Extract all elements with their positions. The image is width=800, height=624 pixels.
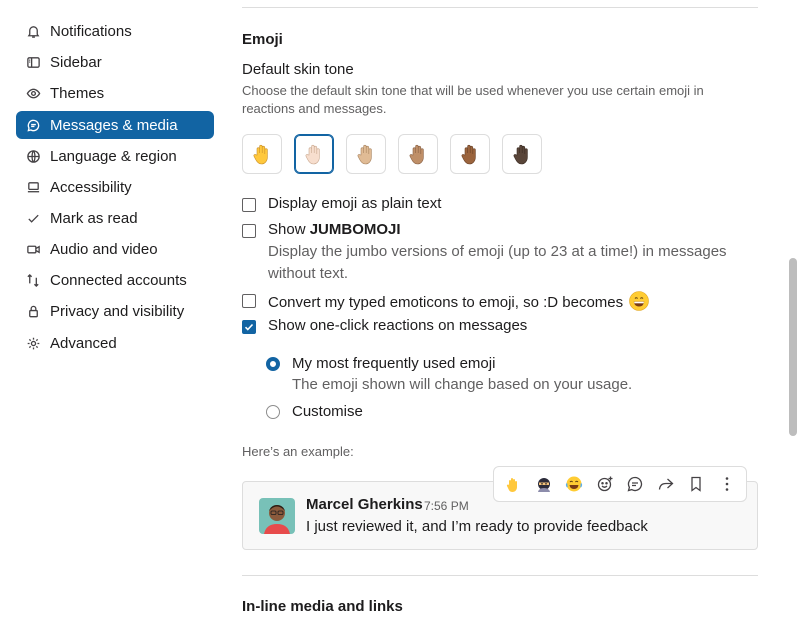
- raised-hand-icon: [305, 144, 320, 165]
- message-actions-toolbar: [493, 466, 747, 502]
- option-jumbomoji: Show JUMBOMOJI: [242, 221, 401, 238]
- sidebar-item-label: Sidebar: [50, 53, 102, 71]
- check-icon: [24, 209, 42, 227]
- one-click-label: Show one-click reactions on messages: [268, 317, 528, 334]
- message-timestamp[interactable]: 7:56 PM: [424, 499, 469, 513]
- reply-thread-icon[interactable]: [621, 470, 649, 498]
- skin-tone-picker: [242, 134, 554, 174]
- laptop-icon: [24, 178, 42, 196]
- one-click-checkbox[interactable]: [242, 320, 256, 334]
- divider: [242, 7, 758, 8]
- section-title-emoji: Emoji: [242, 31, 283, 48]
- option-plain-text: Display emoji as plain text: [242, 195, 441, 212]
- frequent-emoji-description: The emoji shown will change based on you…: [292, 376, 633, 393]
- sidebar-item-label: Audio and video: [50, 240, 158, 258]
- sidebar-item-label: Connected accounts: [50, 271, 187, 289]
- raised-hand-icon: [253, 144, 268, 165]
- settings-sidebar: Notifications Sidebar Themes Messages & …: [0, 0, 230, 624]
- convert-label: Convert my typed emoticons to emoji, so …: [268, 291, 649, 311]
- sidebar-item-mark-as-read[interactable]: Mark as read: [16, 204, 214, 232]
- bell-icon: [24, 22, 42, 40]
- sidebar-item-advanced[interactable]: Advanced: [16, 329, 214, 357]
- message-author[interactable]: Marcel Gherkins: [306, 496, 423, 513]
- frequent-emoji-radio[interactable]: [266, 356, 280, 371]
- eye-icon: [24, 84, 42, 102]
- jumbomoji-checkbox[interactable]: [242, 224, 256, 238]
- more-actions-icon[interactable]: [713, 470, 741, 498]
- sidebar-panel-icon: [24, 53, 42, 71]
- plain-text-label: Display emoji as plain text: [268, 195, 442, 212]
- arrows-icon: [24, 271, 42, 289]
- skin-tone-medium-dark[interactable]: [450, 134, 490, 174]
- convert-checkbox[interactable]: [242, 294, 256, 308]
- jumbomoji-label-prefix: Show: [268, 221, 310, 238]
- skin-tone-medium[interactable]: [398, 134, 438, 174]
- jumbomoji-label-bold: JUMBOMOJI: [309, 221, 401, 238]
- joy-emoji-icon[interactable]: [560, 470, 588, 498]
- sidebar-item-audio-video[interactable]: Audio and video: [16, 235, 214, 263]
- sidebar-item-notifications[interactable]: Notifications: [16, 17, 214, 45]
- avatar: [259, 498, 295, 534]
- jumbomoji-label: Show JUMBOMOJI: [268, 221, 401, 238]
- sidebar-item-language-region[interactable]: Language & region: [16, 142, 214, 170]
- sidebar-item-label: Advanced: [50, 334, 117, 352]
- video-icon: [24, 240, 42, 258]
- raised-hand-emoji-icon[interactable]: [499, 470, 527, 498]
- example-label: Here’s an example:: [242, 444, 354, 459]
- skin-tone-description: Choose the default skin tone that will b…: [242, 83, 704, 116]
- sidebar-item-label: Notifications: [50, 22, 132, 40]
- raised-hand-icon: [357, 144, 372, 165]
- skin-tone-light[interactable]: [294, 134, 334, 174]
- sidebar-item-label: Accessibility: [50, 178, 132, 196]
- sidebar-item-label: Language & region: [50, 147, 177, 165]
- customise-label: Customise: [292, 403, 363, 420]
- frequent-emoji-label: My most frequently used emoji: [292, 355, 496, 372]
- section-title-inline-media: In-line media and links: [242, 598, 403, 615]
- divider: [242, 575, 758, 576]
- message-text: I just reviewed it, and I’m ready to pro…: [306, 518, 648, 535]
- skin-tone-heading: Default skin tone: [242, 61, 354, 78]
- option-frequent-emoji: My most frequently used emoji: [266, 355, 495, 372]
- option-one-click-reactions: Show one-click reactions on messages: [242, 317, 527, 334]
- ninja-emoji-icon[interactable]: [530, 470, 558, 498]
- skin-tone-default[interactable]: [242, 134, 282, 174]
- raised-hand-icon: [513, 144, 528, 165]
- skin-tone-medium-light[interactable]: [346, 134, 386, 174]
- customise-radio[interactable]: [266, 404, 280, 419]
- message-icon: [24, 116, 42, 134]
- sidebar-item-label: Themes: [50, 84, 105, 102]
- grin-emoji-icon: [629, 291, 649, 311]
- skin-tone-dark[interactable]: [502, 134, 542, 174]
- plain-text-checkbox[interactable]: [242, 198, 256, 212]
- sidebar-item-privacy-visibility[interactable]: Privacy and visibility: [16, 297, 214, 325]
- globe-icon: [24, 147, 42, 165]
- option-convert-emoticons: Convert my typed emoticons to emoji, so …: [242, 291, 649, 311]
- bookmark-icon[interactable]: [682, 470, 710, 498]
- sidebar-item-label: Mark as read: [50, 209, 138, 227]
- add-reaction-icon[interactable]: [591, 470, 619, 498]
- sidebar-item-label: Messages & media: [50, 116, 178, 134]
- raised-hand-icon: [461, 144, 476, 165]
- raised-hand-icon: [409, 144, 424, 165]
- forward-icon[interactable]: [652, 470, 680, 498]
- lock-icon: [24, 302, 42, 320]
- sidebar-item-sidebar[interactable]: Sidebar: [16, 48, 214, 76]
- convert-label-text: Convert my typed emoticons to emoji, so …: [268, 294, 624, 311]
- sidebar-item-themes[interactable]: Themes: [16, 79, 214, 107]
- scrollbar-thumb[interactable]: [789, 258, 797, 436]
- sidebar-item-connected-accounts[interactable]: Connected accounts: [16, 266, 214, 294]
- sidebar-item-label: Privacy and visibility: [50, 302, 185, 320]
- settings-main: Emoji Default skin tone Choose the defau…: [242, 0, 758, 624]
- gear-icon: [24, 334, 42, 352]
- sidebar-item-accessibility[interactable]: Accessibility: [16, 173, 214, 201]
- option-customise: Customise: [266, 403, 363, 420]
- sidebar-item-messages-media[interactable]: Messages & media: [16, 111, 214, 139]
- jumbomoji-description: Display the jumbo versions of emoji (up …: [268, 243, 727, 282]
